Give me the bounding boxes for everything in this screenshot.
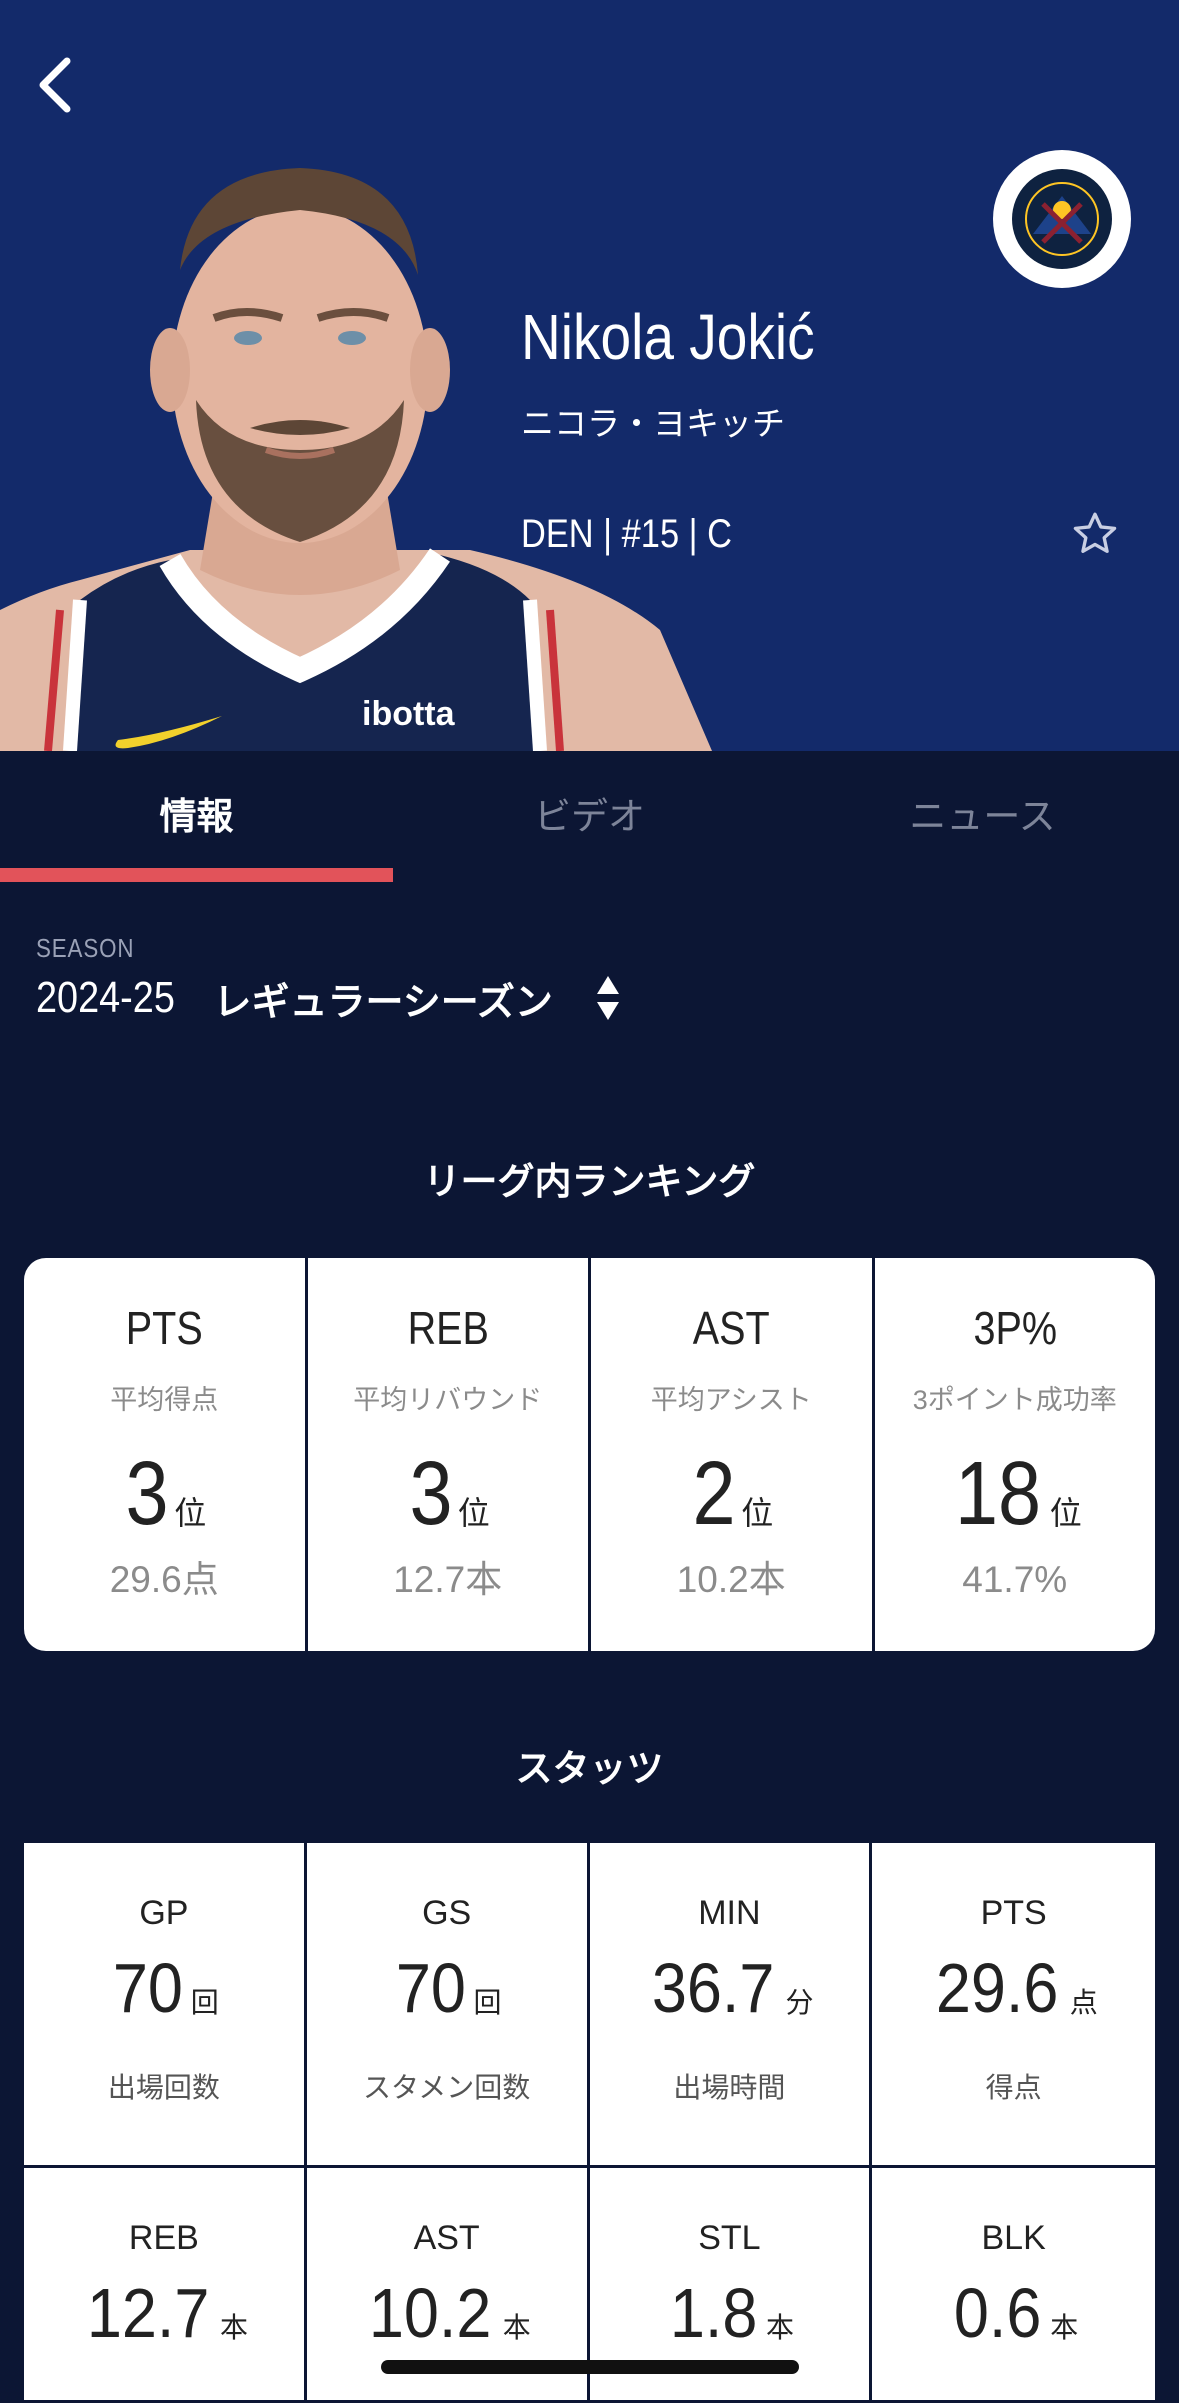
- ranking-item[interactable]: AST 平均アシスト 2位 10.2本: [591, 1258, 875, 1651]
- stat-abbr: PTS: [980, 1894, 1047, 1932]
- stat-label: 得点: [985, 2072, 1042, 2103]
- stat-cell[interactable]: BLK 0.6 本: [872, 2168, 1155, 2403]
- stat-abbr: GP: [139, 1894, 189, 1932]
- stat-abbr: REB: [128, 2219, 199, 2257]
- ranking-section-title: リーグ内ランキング: [423, 1161, 756, 1202]
- ranking-rank: 3位: [409, 1444, 490, 1544]
- player-team-number-position: DEN | #15 | C: [521, 512, 732, 556]
- tab-info[interactable]: 情報: [0, 789, 393, 845]
- ranking-item[interactable]: 3P% 3ポイント成功率 18 位 41.7%: [875, 1258, 1156, 1651]
- ranking-abbr: AST: [692, 1302, 770, 1354]
- stat-abbr: GS: [422, 1894, 472, 1932]
- jersey-sponsor-text: ibotta: [362, 695, 456, 733]
- ranking-item[interactable]: PTS 平均得点 3位 29.6点: [24, 1258, 308, 1651]
- stat-label: スタメン回数: [363, 2072, 531, 2103]
- stat-cell[interactable]: PTS 29.6 点 得点: [872, 1843, 1155, 2168]
- player-photo: ibotta: [0, 168, 712, 751]
- ranking-abbr: REB: [407, 1302, 489, 1354]
- ranking-value: 41.7%: [962, 1559, 1068, 1600]
- ranking-value: 29.6点: [109, 1559, 219, 1600]
- stat-value: 70 回: [112, 1949, 219, 2027]
- stat-cell[interactable]: MIN 36.7 分 出場時間: [589, 1843, 873, 2168]
- ranking-rank: 3位: [125, 1444, 207, 1544]
- season-selector[interactable]: 2024-25 レギュラーシーズン: [36, 970, 621, 1026]
- chevron-left-icon: [39, 57, 71, 113]
- season-type: レギュラーシーズン: [213, 981, 553, 1024]
- tab-bar: 情報 ビデオ ニュース: [0, 751, 1179, 882]
- stat-value: 12.7 本: [86, 2274, 248, 2352]
- active-tab-indicator: [0, 868, 393, 882]
- tab-news[interactable]: ニュース: [786, 789, 1179, 845]
- ranking-rank: 18 位: [954, 1444, 1082, 1544]
- tab-video[interactable]: ビデオ: [393, 789, 786, 845]
- home-indicator[interactable]: [381, 2360, 799, 2374]
- ranking-label: 平均アシスト: [650, 1385, 812, 1415]
- stat-abbr: BLK: [981, 2219, 1046, 2257]
- ranking-label: 平均リバウンド: [353, 1385, 543, 1415]
- stats-section-title: スタッツ: [515, 1748, 664, 1789]
- ranking-label: 3ポイント成功率: [912, 1385, 1117, 1415]
- ranking-card: PTS 平均得点 3位 29.6点 REB 平均リバウンド 3位 12.7本 A…: [24, 1258, 1155, 1651]
- stat-abbr: MIN: [698, 1894, 761, 1932]
- stat-label: 出場時間: [673, 2072, 786, 2103]
- star-outline-icon: [1073, 512, 1117, 553]
- stat-cell[interactable]: GS 70 回 スタメン回数: [306, 1843, 590, 2168]
- favorite-button[interactable]: [1070, 509, 1120, 559]
- player-name-ja: ニコラ・ヨキッチ: [521, 405, 785, 442]
- stat-value: 0.6 本: [953, 2274, 1079, 2352]
- player-name-en: Nikola Jokić: [521, 301, 815, 373]
- ranking-abbr: 3P%: [972, 1302, 1057, 1354]
- sort-updown-icon: [596, 976, 619, 1020]
- team-logo[interactable]: [993, 150, 1131, 288]
- ranking-value: 10.2本: [676, 1559, 786, 1600]
- nuggets-logo-icon: [1012, 169, 1112, 269]
- stat-label: 出場回数: [107, 2072, 220, 2103]
- ranking-value: 12.7本: [393, 1559, 503, 1600]
- stat-value: 29.6 点: [936, 1949, 1098, 2027]
- stat-abbr: STL: [698, 2219, 761, 2257]
- stat-value: 70 回: [395, 1949, 502, 2027]
- ranking-label: 平均得点: [110, 1385, 219, 1415]
- player-header: ibotta Nikola Jokić ニコラ・ヨキッチ DEN | #15 |: [0, 0, 1179, 751]
- stat-value: 36.7 分: [652, 1949, 814, 2027]
- back-button[interactable]: [20, 50, 90, 120]
- ranking-abbr: PTS: [125, 1302, 203, 1354]
- season-year: 2024-25: [36, 973, 175, 1022]
- stats-grid: GP 70 回 出場回数 GS 70 回 スタメン回数 MIN 36.7 分 出場時間…: [24, 1843, 1155, 2403]
- stat-cell[interactable]: REB 12.7 本: [24, 2168, 307, 2403]
- ranking-item[interactable]: REB 平均リバウンド 3位 12.7本: [308, 1258, 591, 1651]
- stat-abbr: AST: [413, 2219, 480, 2257]
- stat-cell[interactable]: GP 70 回 出場回数: [24, 1843, 307, 2168]
- season-caption: SEASON: [36, 933, 135, 963]
- ranking-rank: 2位: [692, 1444, 774, 1544]
